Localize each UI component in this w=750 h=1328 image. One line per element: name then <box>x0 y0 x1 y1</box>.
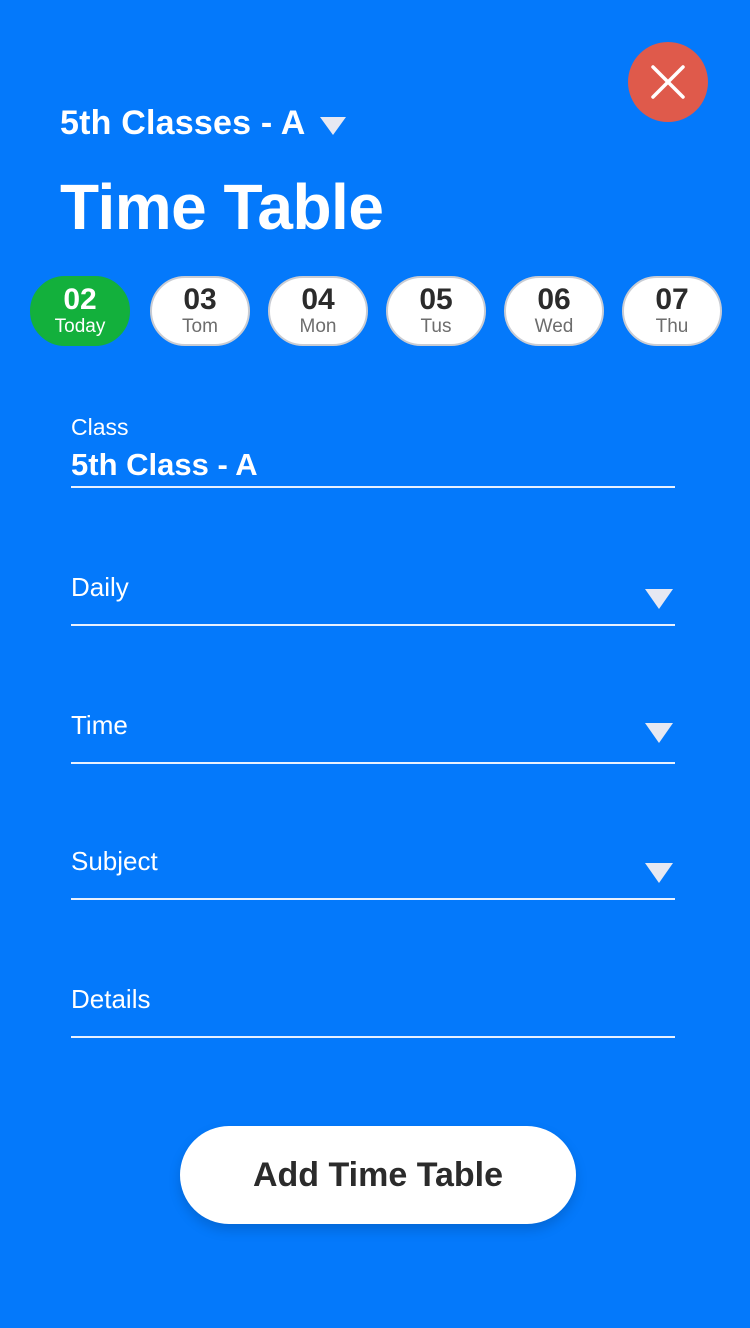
date-day: 05 <box>419 283 453 316</box>
subject-dropdown-label: Subject <box>71 846 158 876</box>
class-selector-label: 5th Classes - A <box>60 104 306 142</box>
class-field[interactable]: Class 5th Class - A <box>71 414 675 488</box>
class-selector-dropdown[interactable]: 5th Classes - A <box>60 104 346 143</box>
date-day: 03 <box>183 283 217 316</box>
add-time-table-button[interactable]: Add Time Table <box>180 1126 576 1224</box>
date-day: 04 <box>301 283 335 316</box>
date-pill-03[interactable]: 03 Tom <box>150 276 250 346</box>
date-day: 07 <box>655 283 689 316</box>
date-label: Thu <box>655 316 689 337</box>
date-pill-02[interactable]: 02 Today <box>30 276 130 346</box>
date-pill-07[interactable]: 07 Thu <box>622 276 722 346</box>
date-day: 06 <box>537 283 571 316</box>
date-pill-05[interactable]: 05 Tus <box>386 276 486 346</box>
time-dropdown[interactable]: Time <box>71 710 675 764</box>
close-button[interactable] <box>628 42 708 122</box>
date-label: Tus <box>420 316 452 337</box>
date-label: Wed <box>534 316 574 337</box>
chevron-down-icon <box>645 589 673 609</box>
date-pill-04[interactable]: 04 Mon <box>268 276 368 346</box>
close-icon <box>651 65 685 99</box>
time-dropdown-label: Time <box>71 710 128 740</box>
daily-dropdown[interactable]: Daily <box>71 572 675 626</box>
subject-dropdown[interactable]: Subject <box>71 846 675 900</box>
date-label: Tom <box>182 316 218 337</box>
date-label: Today <box>54 316 106 337</box>
details-input-label: Details <box>71 984 151 1014</box>
time-table-screen: 5th Classes - A Time Table 02 Today 03 T… <box>0 0 750 1328</box>
chevron-down-icon <box>645 723 673 743</box>
details-input[interactable]: Details <box>71 984 675 1038</box>
class-field-value: 5th Class - A <box>71 447 258 482</box>
page-title: Time Table <box>60 171 384 243</box>
date-strip: 02 Today 03 Tom 04 Mon 05 Tus 06 Wed 07 … <box>30 276 730 346</box>
class-field-label: Class <box>71 414 129 440</box>
chevron-down-icon <box>319 116 346 135</box>
daily-dropdown-label: Daily <box>71 572 129 602</box>
date-label: Mon <box>299 316 337 337</box>
date-pill-06[interactable]: 06 Wed <box>504 276 604 346</box>
date-day: 02 <box>63 283 97 316</box>
chevron-down-icon <box>645 863 673 883</box>
